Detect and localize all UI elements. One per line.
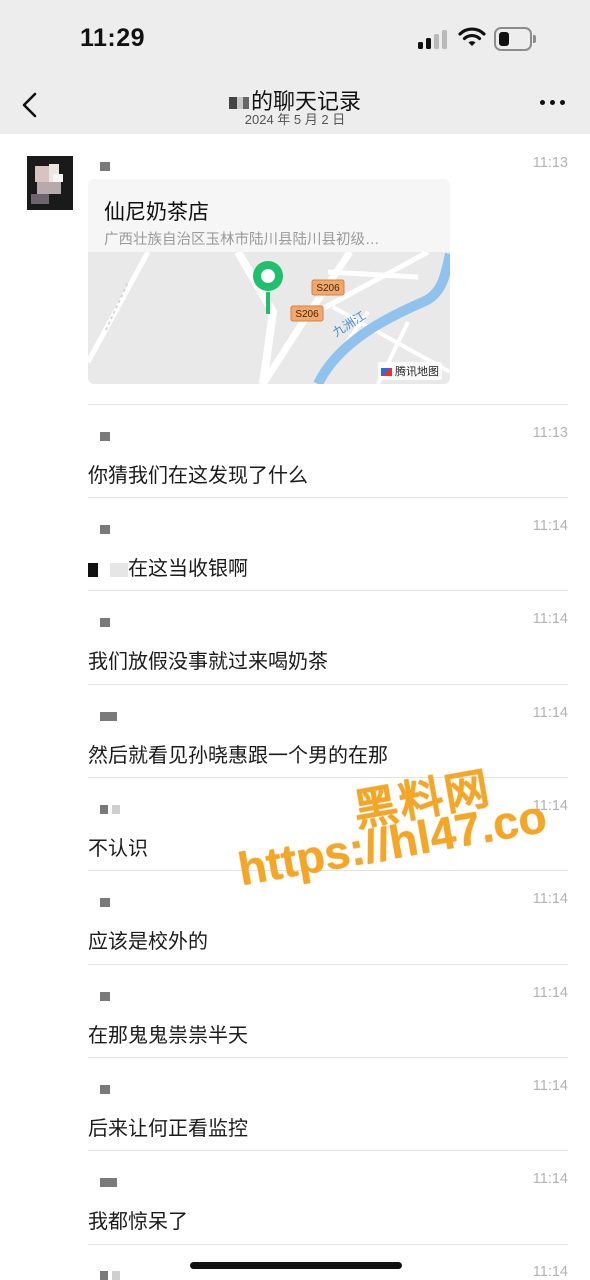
chat-header: 的聊天记录 2024 年 5 月 2 日 bbox=[0, 78, 590, 134]
map-road-sign: S206 bbox=[311, 279, 345, 296]
sender-name-mosaic bbox=[100, 618, 110, 627]
message-text: 后来让何正看监控 bbox=[88, 1118, 248, 1140]
location-address: 广西壮族自治区玉林市陆川县陆川县初级… bbox=[104, 232, 380, 248]
divider bbox=[88, 590, 568, 591]
avatar[interactable] bbox=[27, 156, 73, 210]
divider bbox=[88, 684, 568, 685]
status-bar: 11:29 bbox=[0, 0, 590, 78]
sender-name-mosaic bbox=[100, 992, 110, 1001]
message-time: 11:13 bbox=[532, 425, 568, 441]
status-time: 11:29 bbox=[80, 24, 146, 52]
divider bbox=[88, 777, 568, 778]
more-options-icon[interactable] bbox=[540, 100, 566, 108]
message-text: 在这当收银啊 bbox=[88, 552, 248, 581]
redacted-text-mosaic bbox=[88, 562, 128, 577]
message-time: 11:14 bbox=[532, 891, 568, 907]
sender-name-mosaic bbox=[100, 712, 117, 721]
divider bbox=[88, 1244, 568, 1245]
divider bbox=[88, 964, 568, 965]
message-time: 11:14 bbox=[532, 1171, 568, 1187]
sender-name-mosaic bbox=[100, 805, 120, 814]
tencent-map-logo-icon bbox=[381, 368, 392, 377]
sender-name-mosaic bbox=[100, 432, 110, 441]
wifi-icon bbox=[458, 27, 486, 46]
sender-name-mosaic bbox=[100, 1085, 110, 1094]
message-time: 11:14 bbox=[532, 1264, 568, 1280]
sender-name-mosaic bbox=[100, 898, 110, 907]
cellular-signal-icon bbox=[418, 29, 450, 49]
chat-date: 2024 年 5 月 2 日 bbox=[244, 112, 346, 127]
map-road-sign: S206 bbox=[290, 305, 324, 322]
road-label: S206 bbox=[316, 283, 340, 294]
message-time: 11:14 bbox=[532, 518, 568, 534]
message-time: 11:14 bbox=[532, 611, 568, 627]
divider bbox=[88, 1150, 568, 1151]
divider bbox=[88, 497, 568, 498]
message-time: 11:14 bbox=[532, 985, 568, 1001]
message-text-content: 在这当收银啊 bbox=[128, 558, 248, 580]
message-text: 我们放假没事就过来喝奶茶 bbox=[88, 651, 328, 673]
message-time: 11:14 bbox=[532, 705, 568, 721]
message-time: 11:14 bbox=[532, 1078, 568, 1094]
road-label: S206 bbox=[295, 309, 319, 320]
redacted-name-mosaic bbox=[228, 97, 249, 110]
tencent-map-logo: 腾讯地图 bbox=[378, 362, 442, 380]
location-card[interactable]: 仙尼奶茶店 广西壮族自治区玉林市陆川县陆川县初级… S206 S206 九洲江 … bbox=[88, 179, 450, 384]
message-text: 在那鬼鬼祟祟半天 bbox=[88, 1025, 248, 1047]
sender-name-mosaic bbox=[100, 162, 110, 171]
message-text: 你猜我们在这发现了什么 bbox=[88, 465, 308, 487]
message-text: 然后就看见孙晓惠跟一个男的在那 bbox=[88, 745, 388, 767]
divider bbox=[88, 404, 568, 405]
message-text: 应该是校外的 bbox=[88, 931, 208, 953]
divider bbox=[88, 1057, 568, 1058]
sender-name-mosaic bbox=[100, 525, 110, 534]
message-time: 11:13 bbox=[532, 155, 568, 171]
sender-name-mosaic bbox=[100, 1271, 120, 1280]
map-provider-label: 腾讯地图 bbox=[395, 366, 439, 378]
message-text: 不认识 bbox=[88, 838, 148, 860]
message-text: 我都惊呆了 bbox=[88, 1211, 188, 1233]
home-indicator[interactable] bbox=[190, 1262, 402, 1269]
location-name: 仙尼奶茶店 bbox=[104, 201, 209, 224]
sender-name-mosaic bbox=[100, 1178, 117, 1187]
battery-icon bbox=[494, 27, 538, 51]
